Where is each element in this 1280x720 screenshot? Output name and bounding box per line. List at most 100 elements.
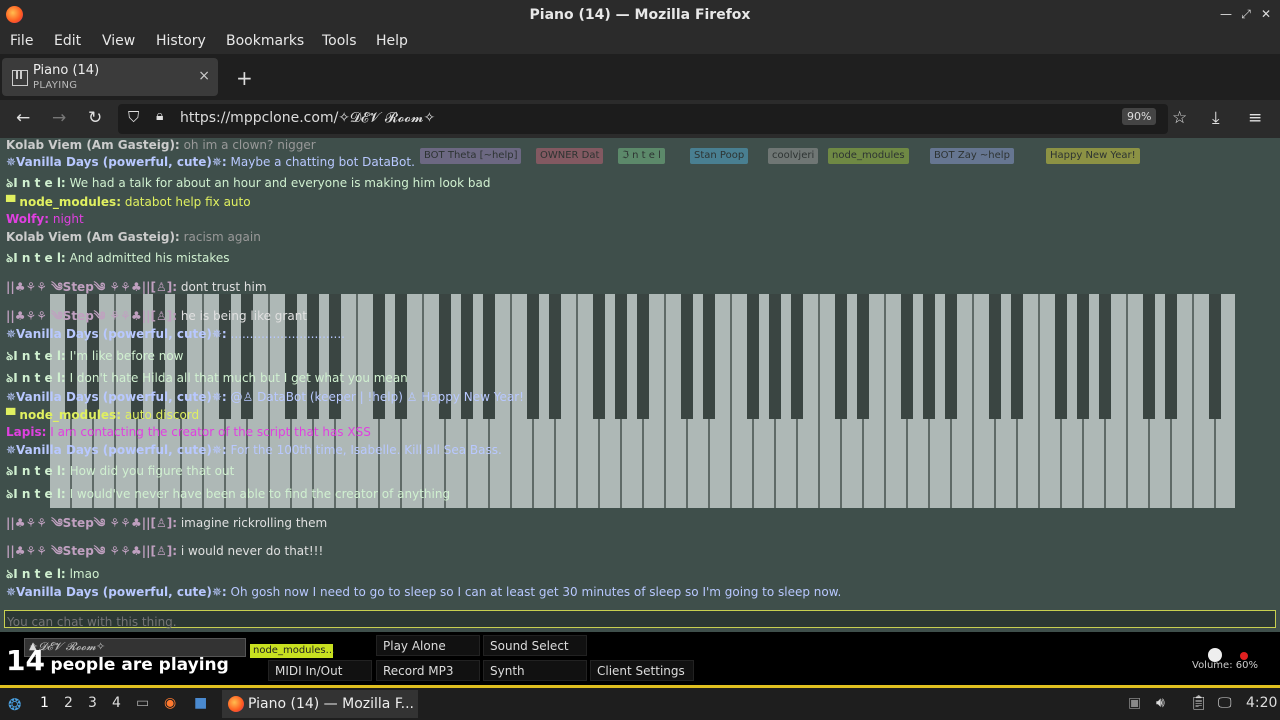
piano-icon — [12, 70, 28, 86]
chat-input-box[interactable] — [4, 610, 1276, 630]
tray-app-icon[interactable]: ▣ — [1128, 695, 1141, 711]
client-settings-button[interactable]: Client Settings — [590, 660, 694, 681]
menu-help[interactable]: Help — [376, 33, 408, 49]
close-tab-icon[interactable]: × — [198, 68, 210, 84]
black-key[interactable] — [1143, 294, 1155, 419]
chat-text: i would never do that!!! — [180, 544, 324, 558]
lock-icon[interactable]: 🔒︎ — [156, 108, 163, 124]
menu-edit[interactable]: Edit — [54, 33, 81, 49]
taskbar-window-firefox[interactable]: Piano (14) — Mozilla F... — [222, 690, 418, 718]
chat-text: @♙ DataBot (keeper | !help) ♙ Happy New … — [230, 390, 524, 404]
black-key[interactable] — [747, 294, 759, 419]
sound-select-button[interactable]: Sound Select — [483, 635, 587, 656]
black-key[interactable] — [703, 294, 715, 419]
black-key[interactable] — [549, 294, 561, 419]
black-key[interactable] — [835, 294, 847, 419]
black-key[interactable] — [527, 294, 539, 419]
black-key[interactable] — [1055, 294, 1067, 419]
url-text[interactable]: https://mppclone.com/✧𝓓𝓔𝓥 𝓡𝓸𝓸𝓶✧ — [180, 110, 435, 126]
chat-message: Wolfy: night — [6, 212, 84, 226]
black-key[interactable] — [1011, 294, 1023, 419]
maximize-icon[interactable]: ⤢ — [1238, 6, 1254, 22]
black-key[interactable] — [1099, 294, 1111, 419]
new-tab-button[interactable]: + — [236, 66, 253, 90]
zoom-level[interactable]: 90% — [1122, 108, 1157, 125]
workspace-4[interactable]: 4 — [112, 695, 121, 711]
workspace-3[interactable]: 3 — [88, 695, 97, 711]
menu-history[interactable]: History — [156, 33, 206, 49]
chat-message: ▀ node_modules: databot help fix auto — [6, 195, 251, 209]
menu-tools[interactable]: Tools — [322, 33, 357, 49]
black-key[interactable] — [637, 294, 649, 419]
firefox-launcher-icon[interactable]: ◉ — [164, 695, 176, 711]
chat-message: Lapis: I am contacting the creator of th… — [6, 425, 371, 439]
chat-message: ✵Vanilla Days (powerful, cute)✵: Maybe a… — [6, 155, 415, 169]
chat-username: ✵Vanilla Days (powerful, cute)✵: — [6, 155, 227, 169]
black-key[interactable] — [901, 294, 913, 419]
close-window-icon[interactable]: ✕ — [1258, 6, 1274, 22]
user-badge[interactable]: BOT Theta [~help] — [420, 148, 522, 164]
user-badge[interactable]: Stan Poop — [690, 148, 749, 164]
forward-icon[interactable]: → — [52, 108, 66, 128]
chat-text: Oh gosh now I need to go to sleep so I c… — [230, 585, 842, 599]
user-badge[interactable]: coolvjeri — [768, 148, 819, 164]
chat-username: Lapis: — [6, 425, 47, 439]
black-key[interactable] — [615, 294, 627, 419]
black-key[interactable] — [989, 294, 1001, 419]
file-manager-icon[interactable]: ▭ — [136, 695, 149, 711]
record-mp3-button[interactable]: Record MP3 — [376, 660, 480, 681]
play-alone-button[interactable]: Play Alone — [376, 635, 480, 656]
chat-text: lmao — [69, 567, 100, 581]
synth-button[interactable]: Synth — [483, 660, 587, 681]
menu-file[interactable]: File — [10, 33, 33, 49]
midi-in-out-button[interactable]: MIDI In/Out — [268, 660, 372, 681]
menu-bar: File Edit View History Bookmarks Tools H… — [0, 30, 1280, 54]
terminal-icon[interactable]: ■ — [194, 695, 207, 711]
black-key[interactable] — [769, 294, 781, 419]
chat-text: imagine rickrolling them — [180, 516, 328, 530]
black-key[interactable] — [923, 294, 935, 419]
network-tray-icon[interactable]: 🖵︎ — [1218, 695, 1232, 711]
back-icon[interactable]: ← — [16, 108, 30, 128]
reload-icon[interactable]: ↻ — [88, 108, 102, 128]
chat-message: ✵Vanilla Days (powerful, cute)✵: Oh gosh… — [6, 585, 841, 599]
user-badge[interactable]: Happy New Year! — [1046, 148, 1140, 164]
download-icon[interactable]: ⤓ — [1212, 108, 1220, 128]
black-key[interactable] — [1165, 294, 1177, 419]
workspace-2[interactable]: 2 — [64, 695, 73, 711]
chat-username: ঌI n t e l: — [6, 349, 66, 363]
bookmark-star-icon[interactable]: ☆ — [1172, 108, 1187, 128]
tab-playing-label: PLAYING — [33, 80, 78, 91]
clipboard-tray-icon[interactable]: 📋︎ — [1190, 695, 1208, 711]
black-key[interactable] — [1209, 294, 1221, 419]
black-key[interactable] — [593, 294, 605, 419]
menu-view[interactable]: View — [102, 33, 135, 49]
menu-bookmarks[interactable]: Bookmarks — [226, 33, 304, 49]
start-menu-icon[interactable]: ❂ — [8, 695, 21, 714]
user-badge[interactable]: BOT Zay ~help — [930, 148, 1014, 164]
tab-title: Piano (14) — [33, 63, 100, 78]
black-key[interactable] — [945, 294, 957, 419]
chat-message: ✵Vanilla Days (powerful, cute)✵: For the… — [6, 443, 502, 457]
black-key[interactable] — [1077, 294, 1089, 419]
black-key[interactable] — [857, 294, 869, 419]
tab-piano[interactable]: Piano (14) PLAYING × — [2, 58, 218, 96]
menu-hamburger-icon[interactable]: ≡ — [1248, 108, 1262, 128]
user-badge[interactable]: OWNER Dat — [536, 148, 604, 164]
user-badge[interactable]: ℑ n t e l — [618, 148, 665, 164]
chat-message: ✵Vanilla Days (powerful, cute)✵: .......… — [6, 327, 345, 341]
minimize-icon[interactable]: — — [1218, 6, 1234, 22]
clock[interactable]: 4:20 — [1246, 695, 1277, 711]
shield-icon[interactable]: ⛉ — [128, 108, 139, 126]
workspace-1[interactable]: 1 — [40, 695, 49, 711]
user-chip-node-modules[interactable]: node_modules... — [250, 644, 335, 658]
url-bar[interactable]: ⛉ 🔒︎ https://mppclone.com/✧𝓓𝓔𝓥 𝓡𝓸𝓸𝓶✧ — [118, 104, 1168, 134]
chat-input[interactable] — [5, 614, 1209, 630]
user-badge[interactable]: node_modules — [828, 148, 909, 164]
black-key[interactable] — [791, 294, 803, 419]
chat-username: ||♣⚘⚘ ༄Step༄ ⚘⚘♣||[♙]: — [6, 544, 177, 558]
black-key[interactable] — [681, 294, 693, 419]
volume-tray-icon[interactable]: 🔊︎ — [1156, 695, 1165, 711]
chat-text: he is being like grant — [180, 309, 308, 323]
record-indicator-icon — [1240, 652, 1248, 660]
